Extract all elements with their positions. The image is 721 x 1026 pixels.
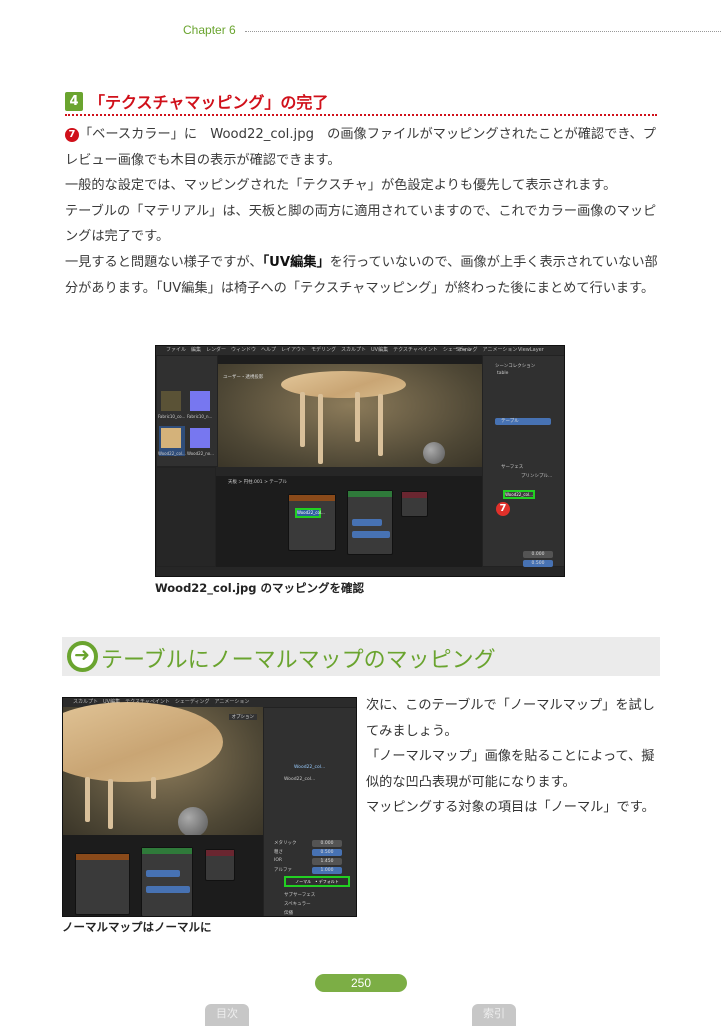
arrow-circle-icon bbox=[67, 641, 98, 672]
step-number: 4 bbox=[65, 91, 83, 111]
bold-term: 「UV編集」 bbox=[262, 254, 330, 270]
page-number: 250 bbox=[315, 974, 407, 992]
heading-divider bbox=[65, 114, 657, 116]
section-title: 「テクスチャマッピング」の完了 bbox=[89, 93, 329, 112]
uv-panel bbox=[156, 467, 216, 567]
paragraph: 一見すると問題ない様子ですが、「UV編集」を行っていないので、画像が上手く表示さ… bbox=[65, 250, 660, 301]
blender-screenshot-2: スカルプト UV編集 テクスチャペイント シェーディング アニメーション オプシ… bbox=[62, 697, 357, 917]
blender-screenshot-1: ファイル 編集 レンダー ウィンドウ ヘルプ レイアウト モデリング スカルプト… bbox=[155, 345, 565, 577]
properties-panel: シーンコレクション table テーブル サーフェス プリンシプル... Woo… bbox=[482, 355, 564, 567]
index-tab[interactable]: 索引 bbox=[472, 1004, 516, 1026]
3d-viewport[interactable]: オプション bbox=[63, 702, 263, 837]
node-editor[interactable]: 天板 > 円柱.001 > テーブル Wood22_col... bbox=[216, 467, 482, 567]
section-title: テーブルにノーマルマップのマッピング bbox=[101, 648, 496, 673]
properties-panel: Wood22_col... Wood22_col... メタリック 0.000 粗… bbox=[263, 707, 356, 916]
section-banner: テーブルにノーマルマップのマッピング bbox=[62, 637, 660, 676]
chapter-label: Chapter 6 bbox=[183, 23, 236, 37]
body-text: 次に、このテーブルで「ノーマルマップ」を試してみましょう。 「ノーマルマップ」画… bbox=[366, 698, 655, 816]
marker-badge: 7 bbox=[496, 502, 510, 516]
figure-caption: Wood22_col.jpg のマッピングを確認 bbox=[155, 581, 364, 595]
menu-bar: ファイル 編集 レンダー ウィンドウ ヘルプ レイアウト モデリング スカルプト… bbox=[156, 346, 564, 355]
body-text: 7 「ベースカラー」に Wood22_col.jpg の画像ファイルがマッピングさ… bbox=[65, 122, 660, 301]
toc-tab[interactable]: 目次 bbox=[205, 1004, 249, 1026]
header-divider bbox=[245, 31, 721, 32]
paragraph: 「ベースカラー」に Wood22_col.jpg の画像ファイルがマッピングされ… bbox=[65, 127, 656, 168]
node-editor[interactable] bbox=[63, 835, 263, 916]
3d-viewport[interactable]: ユーザー・透視投影 bbox=[218, 364, 482, 467]
figure-caption: ノーマルマップはノーマルに bbox=[62, 920, 212, 934]
section-heading: 4 「テクスチャマッピング」の完了 bbox=[65, 89, 328, 113]
paragraph: テーブルの「マテリアル」は、天板と脚の両方に適用されていますので、これでカラー画… bbox=[65, 203, 657, 245]
normal-field-highlight: ノーマル • デフォルト bbox=[284, 876, 350, 887]
image-browser: Fabric10_co... Fabric10_n... Wood22_col.… bbox=[156, 355, 218, 467]
paragraph: 一般的な設定では、マッピングされた「テクスチャ」が色設定よりも優先して表示されま… bbox=[65, 178, 617, 194]
marker-badge: 7 bbox=[65, 128, 79, 142]
text: 一見すると問題ない様子ですが、 bbox=[65, 254, 263, 270]
image-field-highlight: Wood22_col... bbox=[503, 490, 535, 499]
